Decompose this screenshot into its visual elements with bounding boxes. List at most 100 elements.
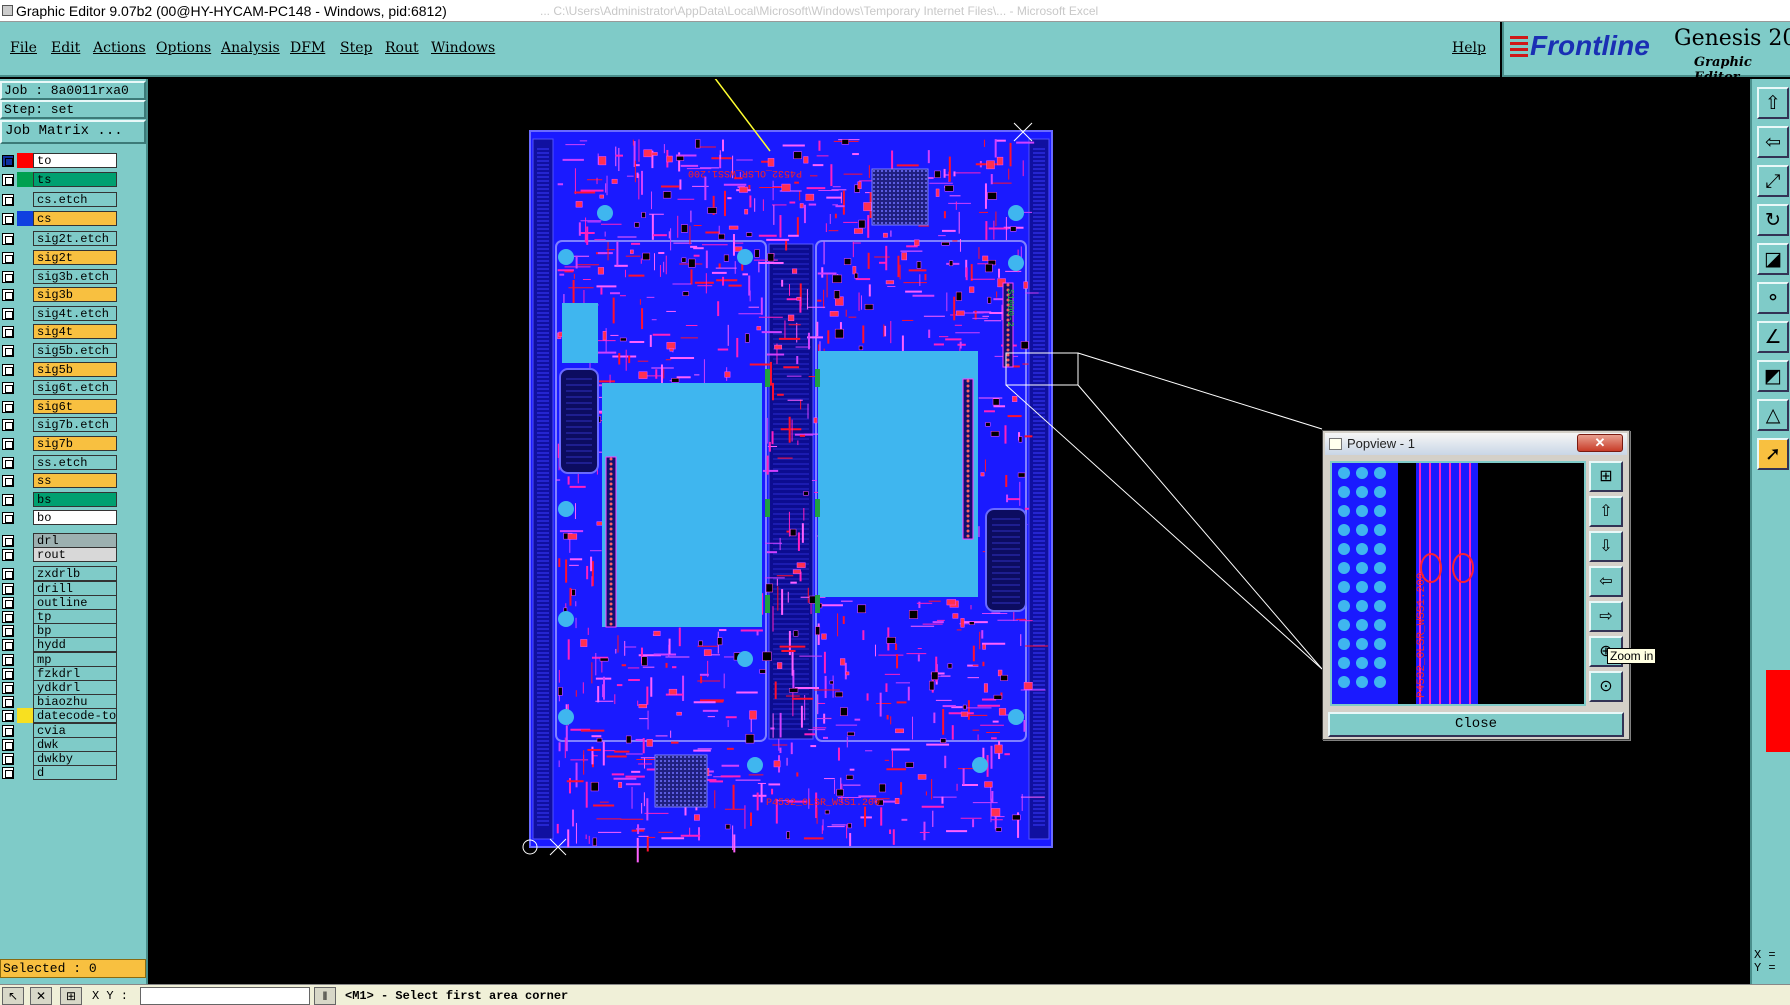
layer-name[interactable]: d	[33, 765, 117, 781]
layer-color-swatch[interactable]	[17, 398, 33, 414]
layer-select-checkbox[interactable]	[2, 568, 14, 581]
layer-color-swatch[interactable]	[17, 343, 33, 358]
layer-select-checkbox[interactable]	[2, 173, 14, 186]
layer-select-checkbox[interactable]	[2, 419, 14, 432]
layer-color-swatch[interactable]	[17, 231, 33, 247]
layer-name[interactable]: ss.etch	[33, 454, 117, 470]
menu-edit[interactable]: Edit	[51, 40, 80, 56]
layer-row-cs[interactable]: cs	[0, 210, 118, 227]
layer-row-sig4t[interactable]: sig4t	[0, 323, 118, 340]
layer-row-sig5b[interactable]: sig5b	[0, 361, 118, 378]
layer-select-checkbox[interactable]	[2, 270, 14, 283]
layer-select-checkbox[interactable]	[2, 535, 14, 547]
popview-close-x-button[interactable]: ✕	[1577, 434, 1623, 452]
layer-select-checkbox[interactable]	[2, 639, 14, 652]
layer-name[interactable]: sig7b.etch	[33, 417, 117, 433]
layer-select-checkbox[interactable]	[2, 194, 14, 207]
layer-select-checkbox[interactable]	[2, 307, 14, 320]
layer-select-checkbox[interactable]	[2, 710, 14, 723]
layer-name[interactable]: sig2t	[33, 250, 117, 265]
grid-tool-icon[interactable]: ⊞	[60, 987, 82, 1005]
layer-name[interactable]: cs	[33, 210, 117, 226]
layer-row-sig7b-etch[interactable]: sig7b.etch	[0, 416, 118, 433]
toolbar-button-pan-left[interactable]: ⇦	[1757, 126, 1789, 158]
layer-color-swatch[interactable]	[17, 268, 33, 284]
layer-select-checkbox[interactable]	[2, 653, 14, 666]
toolbar-button-measure[interactable]: ∠	[1757, 321, 1789, 353]
layer-name[interactable]: cs.etch	[33, 192, 117, 208]
layer-select-checkbox[interactable]	[2, 582, 14, 595]
layer-row-sig6t-etch[interactable]: sig6t.etch	[0, 379, 118, 396]
layer-select-checkbox[interactable]	[2, 625, 14, 638]
layer-name[interactable]: ts	[33, 171, 117, 187]
layer-name[interactable]: sig2t.etch	[33, 231, 117, 247]
layer-select-checkbox[interactable]	[2, 596, 14, 609]
toolbar-button-zoom-box[interactable]: ◪	[1757, 243, 1789, 275]
layer-color-swatch[interactable]	[17, 436, 33, 451]
toolbar-button-feature-info[interactable]: ◩	[1757, 360, 1789, 392]
layer-select-checkbox[interactable]	[2, 456, 14, 469]
popview-pcb-detail[interactable]: P4532_OLSR_WSS1.200	[1332, 463, 1584, 704]
layer-select-checkbox[interactable]	[2, 289, 14, 302]
layer-color-swatch[interactable]	[17, 192, 33, 208]
menu-actions[interactable]: Actions	[93, 40, 146, 56]
layer-select-checkbox[interactable]	[2, 738, 14, 751]
layer-select-checkbox[interactable]	[2, 438, 14, 450]
pause-icon[interactable]: ‖	[314, 987, 336, 1005]
layer-name[interactable]: sig4t	[33, 324, 117, 340]
menu-analysis[interactable]: Analysis	[221, 40, 280, 56]
layer-select-checkbox[interactable]	[2, 493, 14, 506]
layer-select-checkbox[interactable]	[2, 326, 14, 339]
toolbar-button-pointer[interactable]: ➚	[1757, 438, 1789, 470]
menu-file[interactable]: File	[10, 40, 37, 56]
layer-select-checkbox[interactable]	[2, 549, 14, 562]
menu-windows[interactable]: Windows	[431, 40, 495, 56]
layer-color-swatch[interactable]	[17, 287, 33, 303]
layer-select-checkbox[interactable]	[2, 667, 14, 680]
xy-input[interactable]	[140, 987, 310, 1005]
layer-color-swatch[interactable]	[17, 547, 33, 563]
layer-name[interactable]: sig6t	[33, 398, 117, 414]
layer-select-checkbox[interactable]	[2, 682, 14, 694]
layer-color-swatch[interactable]	[17, 305, 33, 321]
menu-help[interactable]: Help	[1452, 40, 1486, 56]
layer-name[interactable]: rout	[33, 547, 117, 563]
layer-row-sig2t-etch[interactable]: sig2t.etch	[0, 230, 118, 247]
layer-name[interactable]: sig4t.etch	[33, 305, 117, 321]
popview-close-button[interactable]: Close	[1328, 712, 1624, 737]
layer-color-swatch[interactable]	[17, 454, 33, 470]
layer-color-swatch[interactable]	[17, 361, 33, 377]
layer-select-checkbox[interactable]	[2, 155, 14, 167]
menu-rout[interactable]: Rout	[385, 40, 419, 56]
layer-row-rout[interactable]: rout	[0, 546, 118, 563]
layer-color-swatch[interactable]	[17, 250, 33, 265]
layer-select-checkbox[interactable]	[2, 400, 14, 413]
layer-select-checkbox[interactable]	[2, 611, 14, 623]
job-matrix-button[interactable]: Job Matrix ...	[0, 120, 146, 144]
layer-row-sig3b[interactable]: sig3b	[0, 286, 118, 303]
layer-name[interactable]: sig7b	[33, 436, 117, 451]
layer-row-sig4t-etch[interactable]: sig4t.etch	[0, 305, 118, 322]
layer-color-swatch[interactable]	[17, 765, 33, 781]
layer-row-sig3b-etch[interactable]: sig3b.etch	[0, 268, 118, 285]
layer-row-sig7b[interactable]: sig7b	[0, 435, 118, 452]
layer-select-checkbox[interactable]	[2, 767, 14, 780]
layer-select-checkbox[interactable]	[2, 753, 14, 765]
zoom-fit-icon[interactable]: ⊞	[1589, 461, 1623, 492]
layer-select-checkbox[interactable]	[2, 475, 14, 488]
zoom-out-icon[interactable]: ⊙	[1589, 671, 1623, 702]
layer-color-swatch[interactable]	[17, 491, 33, 507]
layer-row-d[interactable]: d	[0, 764, 118, 781]
layer-select-checkbox[interactable]	[2, 382, 14, 395]
menu-dfm[interactable]: DFM	[290, 40, 325, 56]
layer-row-cs-etch[interactable]: cs.etch	[0, 191, 118, 208]
layer-color-swatch[interactable]	[17, 510, 33, 526]
arrow-tool-icon[interactable]: ↖	[2, 987, 24, 1005]
layer-row-sig5b-etch[interactable]: sig5b.etch	[0, 342, 118, 359]
layer-color-swatch[interactable]	[17, 473, 33, 489]
layer-select-checkbox[interactable]	[2, 724, 14, 737]
cross-tool-icon[interactable]: ✕	[30, 987, 52, 1005]
layer-row-ts[interactable]: ts	[0, 171, 118, 188]
layer-row-sig6t[interactable]: sig6t	[0, 398, 118, 415]
layer-name[interactable]: ss	[33, 473, 117, 489]
